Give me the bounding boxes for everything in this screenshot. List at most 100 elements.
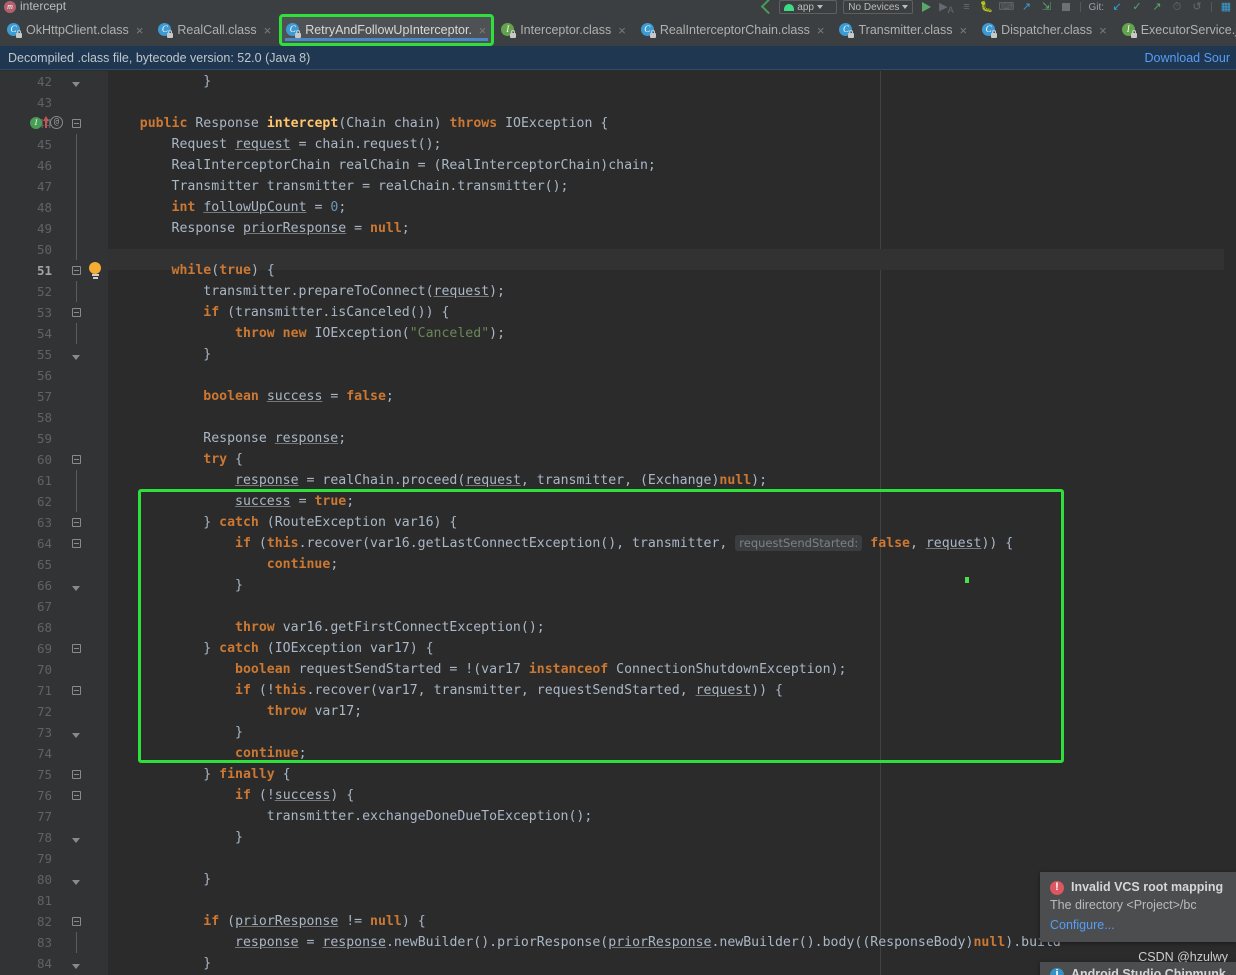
fold-end-icon[interactable] — [72, 355, 81, 360]
line-number: 50 — [36, 242, 52, 257]
line-text: } — [108, 872, 212, 887]
device-selector[interactable]: No Devices — [843, 0, 914, 14]
coverage-icon[interactable]: ▶A — [936, 0, 956, 14]
debug-icon[interactable]: 🐛 — [976, 0, 996, 14]
editor-tab-dispatcher[interactable]: C Dispatcher.class × — [975, 14, 1115, 46]
editor-tab-realinterceptorchain[interactable]: C RealInterceptorChain.class × — [634, 14, 833, 46]
attach-debugger-icon[interactable]: ⌨ — [996, 0, 1016, 14]
line-text: if (!success) { — [235, 788, 355, 803]
editor-tab-realcall[interactable]: C RealCall.class × — [151, 14, 279, 46]
history-icon[interactable]: ⏱ — [1167, 0, 1187, 14]
profile-icon[interactable]: ≡ — [956, 0, 976, 14]
editor-tab-executorservice[interactable]: I ExecutorService.java × — [1115, 14, 1236, 46]
fold-start-icon[interactable] — [72, 308, 81, 317]
fold-start-icon[interactable] — [72, 917, 81, 926]
breadcrumb[interactable]: m intercept — [0, 0, 66, 14]
code-line: 62 success = true; — [0, 491, 1236, 512]
code-line: 59 Response response; — [0, 428, 1236, 449]
fold-start-icon[interactable] — [72, 119, 81, 128]
fold-end-icon[interactable] — [72, 586, 81, 591]
editor-tab-interceptor[interactable]: I Interceptor.class × — [494, 14, 634, 46]
override-annotation-icon[interactable]: @ — [50, 116, 63, 129]
commit-icon[interactable]: ✓ — [1127, 0, 1147, 14]
run-icon[interactable] — [916, 0, 936, 14]
line-text: } finally { — [108, 767, 291, 782]
line-number: 61 — [36, 473, 52, 488]
line-number: 71 — [36, 683, 52, 698]
configure-link[interactable]: Configure... — [1050, 918, 1226, 932]
line-number: 79 — [36, 851, 52, 866]
tab-label: Transmitter.class — [858, 23, 953, 37]
run-configuration-selector[interactable]: app — [779, 0, 838, 14]
code-line: 48 int followUpCount = 0; — [0, 197, 1236, 218]
line-number: 70 — [36, 662, 52, 677]
close-icon[interactable]: × — [479, 24, 487, 37]
editor-tab-retryandfollowupinterceptor[interactable]: C RetryAndFollowUpInterceptor.clas × — [279, 14, 495, 46]
code-line: 55 } — [0, 344, 1236, 365]
line-text: } — [108, 578, 243, 593]
line-text: } catch (RouteException var16) { — [108, 515, 458, 530]
tab-label: RetryAndFollowUpInterceptor.clas — [305, 23, 472, 37]
fold-end-icon[interactable] — [72, 838, 81, 843]
close-icon[interactable]: × — [136, 24, 144, 37]
line-number: 84 — [36, 956, 52, 971]
fold-end-icon[interactable] — [72, 964, 81, 969]
interface-file-icon: I — [1121, 23, 1137, 38]
fold-start-icon[interactable] — [72, 770, 81, 779]
apply-changes-icon[interactable]: ↗ — [1016, 0, 1036, 14]
stop-icon[interactable] — [1056, 0, 1076, 14]
fold-end-icon[interactable] — [72, 733, 81, 738]
code-line: 79 — [0, 848, 1236, 869]
fold-start-icon[interactable] — [72, 791, 81, 800]
line-text — [108, 596, 116, 617]
code-line: 57 boolean success = false; — [0, 386, 1236, 407]
fold-end-icon[interactable] — [72, 880, 81, 885]
intention-bulb-icon[interactable] — [88, 262, 102, 279]
tab-label: OkHttpClient.class — [26, 23, 129, 37]
line-text — [108, 365, 116, 386]
layout-icon[interactable]: ▦ — [1216, 0, 1236, 14]
back-arrow-icon[interactable] — [758, 0, 776, 14]
method-icon: m — [4, 1, 16, 13]
code-line: 77 transmitter.exchangeDoneDueToExceptio… — [0, 806, 1236, 827]
close-icon[interactable]: × — [1099, 24, 1107, 37]
toolbar-actions: app No Devices ▶A ≡ 🐛 ⌨ ↗ ⇲ Git: ↙ ✓ ↗ ⏱… — [758, 0, 1236, 14]
line-text: throw var17; — [266, 704, 363, 719]
fold-start-icon[interactable] — [72, 644, 81, 653]
notification-vcs-root-mapping[interactable]: ! Invalid VCS root mapping The directory… — [1040, 872, 1236, 942]
fold-start-icon[interactable] — [72, 266, 81, 275]
close-icon[interactable]: × — [960, 24, 968, 37]
editor-tab-okhttpclient[interactable]: C OkHttpClient.class × — [0, 14, 151, 46]
push-icon[interactable]: ↗ — [1147, 0, 1167, 14]
fold-start-icon[interactable] — [72, 686, 81, 695]
close-icon[interactable]: × — [264, 24, 272, 37]
code-line: 60 try { — [0, 449, 1236, 470]
implements-method-icon[interactable]: I — [30, 117, 42, 129]
fold-start-icon[interactable] — [72, 518, 81, 527]
code-line: 64 if (this.recover(var16.getLastConnect… — [0, 533, 1236, 554]
close-icon[interactable]: × — [618, 24, 626, 37]
close-icon[interactable]: × — [817, 24, 825, 37]
code-line: 61 response = realChain.proceed(request,… — [0, 470, 1236, 491]
download-sources-link[interactable]: Download Sour — [1145, 51, 1230, 65]
line-text: transmitter.exchangeDoneDueToException()… — [108, 809, 593, 824]
line-number: 81 — [36, 893, 52, 908]
class-file-icon: C — [640, 23, 656, 38]
rollback-icon[interactable]: ↺ — [1187, 0, 1207, 14]
code-editor[interactable]: 42 } 43 44 I @ public Response intercept… — [0, 71, 1236, 975]
line-number: 73 — [36, 725, 52, 740]
fold-start-icon[interactable] — [72, 539, 81, 548]
line-number: 67 — [36, 599, 52, 614]
breadcrumb-label: intercept — [20, 0, 67, 13]
fold-end-icon[interactable] — [72, 82, 81, 87]
apply-code-changes-icon[interactable]: ⇲ — [1036, 0, 1056, 14]
line-text: continue; — [235, 746, 307, 761]
device-label: No Devices — [848, 1, 900, 13]
line-number: 46 — [36, 158, 52, 173]
line-number: 54 — [36, 326, 52, 341]
fold-start-icon[interactable] — [72, 455, 81, 464]
editor-tab-transmitter[interactable]: C Transmitter.class × — [832, 14, 975, 46]
line-text: throw var16.getFirstConnectException(); — [235, 620, 545, 635]
notification-android-studio[interactable]: i Android Studio Chipmunk — [1040, 962, 1236, 975]
update-project-icon[interactable]: ↙ — [1107, 0, 1127, 14]
